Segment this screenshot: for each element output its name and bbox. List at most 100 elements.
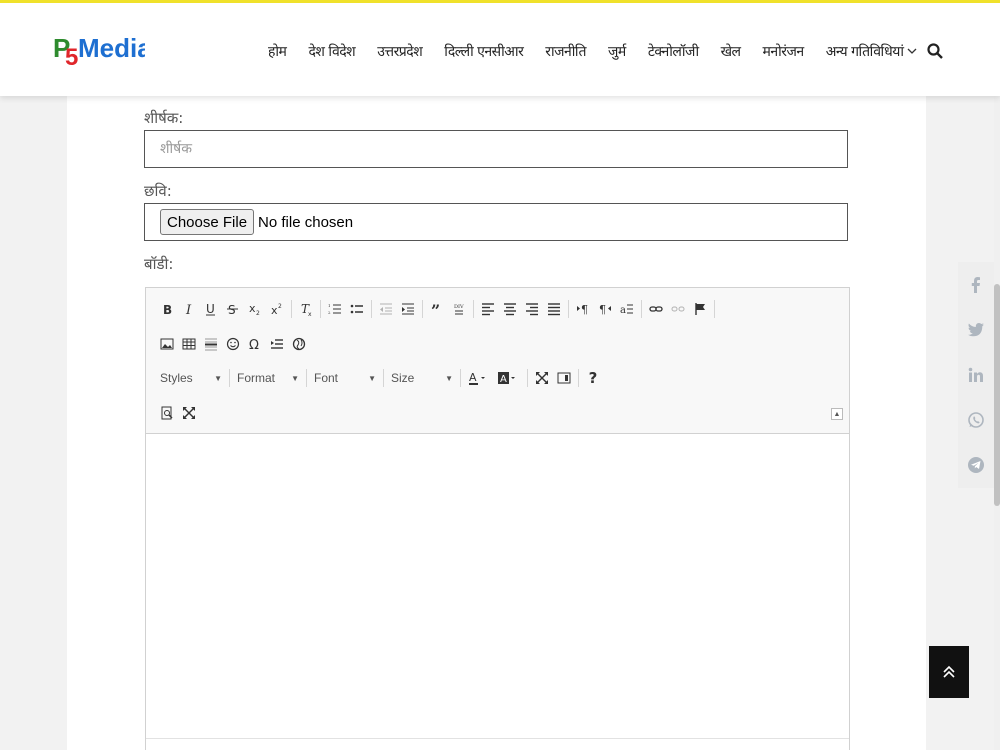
svg-text:2: 2 <box>278 303 282 310</box>
fullscreen-icon[interactable] <box>178 402 200 424</box>
logo-graphic: P 5 Media <box>53 33 145 67</box>
nav-item-uttar-pradesh[interactable]: उत्तरप्रदेश <box>377 42 423 61</box>
body-label: बॉडी: <box>144 255 174 273</box>
bulleted-list-icon[interactable] <box>346 298 368 320</box>
choose-file-button[interactable]: Choose File <box>160 209 255 235</box>
toolbar-separator <box>714 300 715 318</box>
nav-item-technology[interactable]: टेक्नोलॉजी <box>648 42 699 61</box>
subscript-icon[interactable]: x2 <box>244 298 266 320</box>
smiley-icon[interactable] <box>222 333 244 355</box>
toolbar-separator <box>422 300 423 318</box>
special-char-icon[interactable]: Ω <box>244 333 266 355</box>
help-icon[interactable]: ? <box>582 367 604 389</box>
toolbar-separator <box>383 369 384 387</box>
nav-item-other-activities[interactable]: अन्य गतिविधियां <box>826 42 918 61</box>
double-chevron-up-icon <box>943 665 955 678</box>
twitter-share-button[interactable] <box>958 307 994 352</box>
svg-text:Ω: Ω <box>249 338 259 351</box>
svg-text:2: 2 <box>328 310 331 315</box>
font-label: Font <box>314 371 339 385</box>
nav-item-world[interactable]: देश विदेश <box>308 42 355 61</box>
editor-bottom-divider <box>146 738 849 739</box>
globe-icon[interactable] <box>288 333 310 355</box>
dropdown-arrow-icon: ▼ <box>214 373 222 383</box>
whatsapp-share-button[interactable] <box>958 397 994 442</box>
underline-icon[interactable]: U <box>200 298 222 320</box>
numbered-list-icon[interactable]: 12 <box>324 298 346 320</box>
file-status: No file chosen <box>258 213 354 231</box>
image-icon[interactable] <box>156 333 178 355</box>
nav-item-crime[interactable]: जुर्म <box>608 42 626 61</box>
back-to-top-button[interactable] <box>929 646 969 698</box>
language-icon[interactable]: a <box>616 298 638 320</box>
toolbar-row-view <box>156 401 200 425</box>
nav-item-delhi-ncr[interactable]: दिल्ली एनसीआर <box>444 42 524 61</box>
link-icon[interactable] <box>645 298 667 320</box>
preview-icon[interactable] <box>156 402 178 424</box>
toolbar-separator <box>306 369 307 387</box>
align-center-icon[interactable] <box>499 298 521 320</box>
nav-item-home[interactable]: होम <box>268 42 287 61</box>
font-dropdown[interactable]: Font ▼ <box>310 367 380 389</box>
background-color-icon[interactable]: A <box>494 367 524 389</box>
page-break-icon[interactable] <box>266 333 288 355</box>
create-div-icon[interactable]: DIV <box>448 298 470 320</box>
toolbar-separator <box>371 300 372 318</box>
superscript-icon[interactable]: x2 <box>266 298 288 320</box>
unlink-icon[interactable] <box>667 298 689 320</box>
maximize-icon[interactable] <box>531 367 553 389</box>
title-label: शीर्षक: <box>144 109 184 127</box>
size-dropdown[interactable]: Size ▼ <box>387 367 457 389</box>
svg-text:1: 1 <box>328 303 331 308</box>
svg-text:Media: Media <box>78 33 145 63</box>
toolbar-separator <box>473 300 474 318</box>
table-icon[interactable] <box>178 333 200 355</box>
nav-item-politics[interactable]: राजनीति <box>545 42 586 61</box>
justify-icon[interactable] <box>543 298 565 320</box>
twitter-icon <box>967 322 984 336</box>
toolbar-row-insert: Ω <box>156 332 310 356</box>
editor-content-area[interactable] <box>146 435 849 750</box>
format-dropdown[interactable]: Format ▼ <box>233 367 303 389</box>
svg-text:x: x <box>308 311 312 316</box>
site-header: P 5 Media होम देश विदेश उत्तरप्रदेश दिल्… <box>0 0 1000 96</box>
svg-text:¶: ¶ <box>599 303 606 316</box>
facebook-share-button[interactable] <box>958 262 994 307</box>
horizontal-line-icon[interactable] <box>200 333 222 355</box>
nav-item-entertainment[interactable]: मनोरंजन <box>763 42 805 61</box>
toolbar-separator <box>291 300 292 318</box>
page-scrollbar[interactable] <box>994 96 1000 750</box>
toolbar-row-basic: B I U S x2 x2 Tx 12 ” DIV ¶ ¶ a <box>156 297 718 321</box>
anchor-flag-icon[interactable] <box>689 298 711 320</box>
show-blocks-icon[interactable] <box>553 367 575 389</box>
increase-indent-icon[interactable] <box>397 298 419 320</box>
social-share-rail <box>958 262 994 488</box>
nav-item-sports[interactable]: खेल <box>721 42 741 61</box>
site-logo[interactable]: P 5 Media <box>53 31 145 67</box>
collapse-toolbar-icon[interactable]: ▲ <box>831 408 843 420</box>
blockquote-icon[interactable]: ” <box>426 298 448 320</box>
scrollbar-thumb[interactable] <box>994 284 1000 506</box>
svg-text:B: B <box>163 303 172 316</box>
svg-text:2: 2 <box>256 310 260 316</box>
toolbar-separator <box>229 369 230 387</box>
telegram-icon <box>968 456 984 473</box>
rtl-icon[interactable]: ¶ <box>594 298 616 320</box>
strikethrough-icon[interactable]: S <box>222 298 244 320</box>
styles-dropdown[interactable]: Styles ▼ <box>156 367 226 389</box>
remove-format-icon[interactable]: Tx <box>295 298 317 320</box>
search-icon[interactable] <box>926 42 944 60</box>
align-left-icon[interactable] <box>477 298 499 320</box>
bold-icon[interactable]: B <box>156 298 178 320</box>
italic-icon[interactable]: I <box>178 298 200 320</box>
text-color-icon[interactable]: A <box>464 367 494 389</box>
linkedin-share-button[interactable] <box>958 352 994 397</box>
decrease-indent-icon[interactable] <box>375 298 397 320</box>
toolbar-separator <box>641 300 642 318</box>
title-input[interactable] <box>145 131 847 167</box>
svg-text:A: A <box>469 371 477 384</box>
align-right-icon[interactable] <box>521 298 543 320</box>
telegram-share-button[interactable] <box>958 442 994 487</box>
svg-text:A: A <box>500 374 507 385</box>
ltr-icon[interactable]: ¶ <box>572 298 594 320</box>
